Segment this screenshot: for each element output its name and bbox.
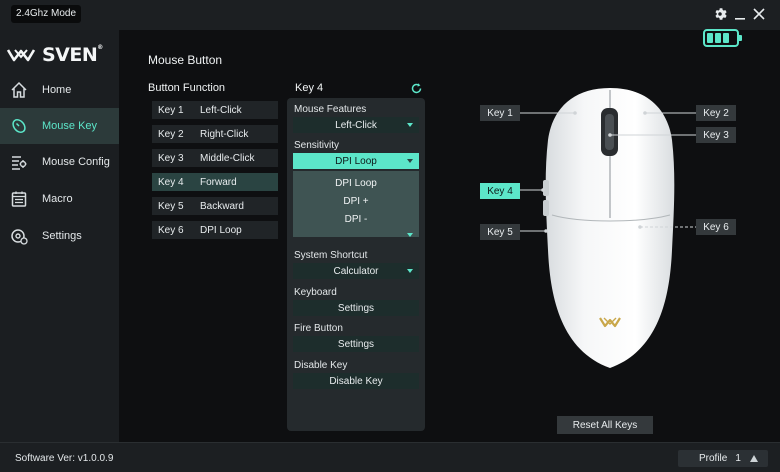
config-icon: [9, 152, 29, 172]
profile-label: Profile: [699, 453, 728, 464]
dropdown-option[interactable]: DPI -: [293, 210, 419, 228]
key-function: Middle-Click: [200, 152, 255, 164]
status-bar: Software Ver: v1.0.0.9 Profile 1: [0, 442, 780, 472]
button-function-heading: Button Function: [148, 82, 226, 94]
brand-logo: SVEN®: [6, 44, 103, 66]
settings-icon: [9, 226, 29, 246]
sven-logo-icon: [6, 49, 36, 62]
key-row-1[interactable]: Key 1 Left-Click: [152, 101, 278, 119]
title-bar: 2.4Ghz Mode: [0, 0, 780, 30]
key-function: Backward: [200, 200, 244, 212]
select-value: Calculator: [333, 265, 379, 277]
chevron-down-icon: [407, 159, 413, 163]
disable-key-button[interactable]: Disable Key: [293, 373, 419, 389]
software-version: Software Ver: v1.0.0.9: [15, 453, 114, 464]
mouse-features-label: Mouse Features: [294, 104, 367, 115]
mouse-tag-key5[interactable]: Key 5: [480, 224, 520, 240]
chevron-up-icon: [749, 455, 758, 462]
sidebar-item-label: Settings: [42, 230, 82, 242]
key-row-4[interactable]: Key 4 Forward: [152, 173, 278, 191]
selected-key-title: Key 4: [295, 82, 324, 94]
key-name: Key 2: [158, 128, 184, 140]
profile-number: 1: [735, 453, 741, 464]
sidebar-item-label: Home: [42, 84, 72, 96]
sensitivity-select[interactable]: DPI Loop: [293, 153, 419, 169]
fire-button-settings-button[interactable]: Settings: [293, 336, 419, 352]
dropdown-option[interactable]: DPI Loop: [293, 174, 419, 192]
key-row-5[interactable]: Key 5 Backward: [152, 197, 278, 215]
battery-indicator: [703, 29, 742, 47]
profile-selector[interactable]: Profile 1: [678, 450, 768, 467]
mouse-tag-key6[interactable]: Key 6: [696, 219, 736, 235]
macro-icon: [9, 189, 29, 209]
sidebar-item-label: Macro: [42, 193, 73, 205]
key-name: Key 1: [158, 104, 184, 116]
key-name: Key 6: [158, 224, 184, 236]
mouse-tag-key4[interactable]: Key 4: [480, 183, 520, 199]
keyboard-label: Keyboard: [294, 287, 337, 298]
select-value: Left-Click: [335, 119, 377, 131]
gear-icon[interactable]: [712, 6, 728, 22]
minimize-icon[interactable]: [732, 6, 748, 22]
connection-mode-badge: 2.4Ghz Mode: [11, 5, 82, 23]
mouse-tag-key3[interactable]: Key 3: [696, 127, 736, 143]
page-title: Mouse Button: [148, 53, 223, 67]
sensitivity-dropdown: DPI Loop DPI + DPI -: [293, 171, 419, 237]
sidebar-item-home[interactable]: Home: [0, 72, 119, 108]
mouse-tag-key1[interactable]: Key 1: [480, 105, 520, 121]
sidebar-item-macro[interactable]: Macro: [0, 181, 119, 217]
sidebar: SVEN® Home Mouse Key Mouse Config Macro …: [0, 30, 119, 442]
sidebar-item-mouse-key[interactable]: Mouse Key: [0, 108, 119, 144]
dropdown-option[interactable]: DPI +: [293, 192, 419, 210]
sidebar-item-settings[interactable]: Settings: [0, 218, 119, 254]
key-function: Forward: [200, 176, 237, 188]
mouse-key-icon: [9, 116, 29, 136]
refresh-icon[interactable]: [410, 82, 423, 95]
key-function: DPI Loop: [200, 224, 242, 236]
mouse-features-select[interactable]: Left-Click: [293, 117, 419, 133]
key-function: Right-Click: [200, 128, 249, 140]
home-icon: [9, 80, 29, 100]
chevron-down-icon: [407, 123, 413, 127]
key-row-6[interactable]: Key 6 DPI Loop: [152, 221, 278, 239]
key-function: Left-Click: [200, 104, 242, 116]
key-row-3[interactable]: Key 3 Middle-Click: [152, 149, 278, 167]
sidebar-item-mouse-config[interactable]: Mouse Config: [0, 144, 119, 180]
system-shortcut-select[interactable]: Calculator: [293, 263, 419, 279]
key-name: Key 5: [158, 200, 184, 212]
keyboard-settings-button[interactable]: Settings: [293, 300, 419, 316]
key-name: Key 4: [158, 176, 184, 188]
sidebar-item-label: Mouse Config: [42, 156, 110, 168]
system-shortcut-label: System Shortcut: [294, 250, 368, 261]
close-icon[interactable]: [751, 6, 767, 22]
disable-key-label: Disable Key: [294, 360, 348, 371]
logo-text: SVEN: [42, 44, 98, 66]
chevron-down-icon: [407, 233, 413, 237]
function-panel: Mouse Features Left-Click Sensitivity DP…: [287, 98, 425, 431]
sensitivity-label: Sensitivity: [294, 140, 340, 151]
mouse-tag-key2[interactable]: Key 2: [696, 105, 736, 121]
fire-button-label: Fire Button: [294, 323, 343, 334]
select-value: DPI Loop: [335, 155, 377, 167]
reset-all-keys-button[interactable]: Reset All Keys: [557, 416, 653, 434]
chevron-down-icon: [407, 269, 413, 273]
key-name: Key 3: [158, 152, 184, 164]
key-row-2[interactable]: Key 2 Right-Click: [152, 125, 278, 143]
sidebar-item-label: Mouse Key: [42, 120, 98, 132]
